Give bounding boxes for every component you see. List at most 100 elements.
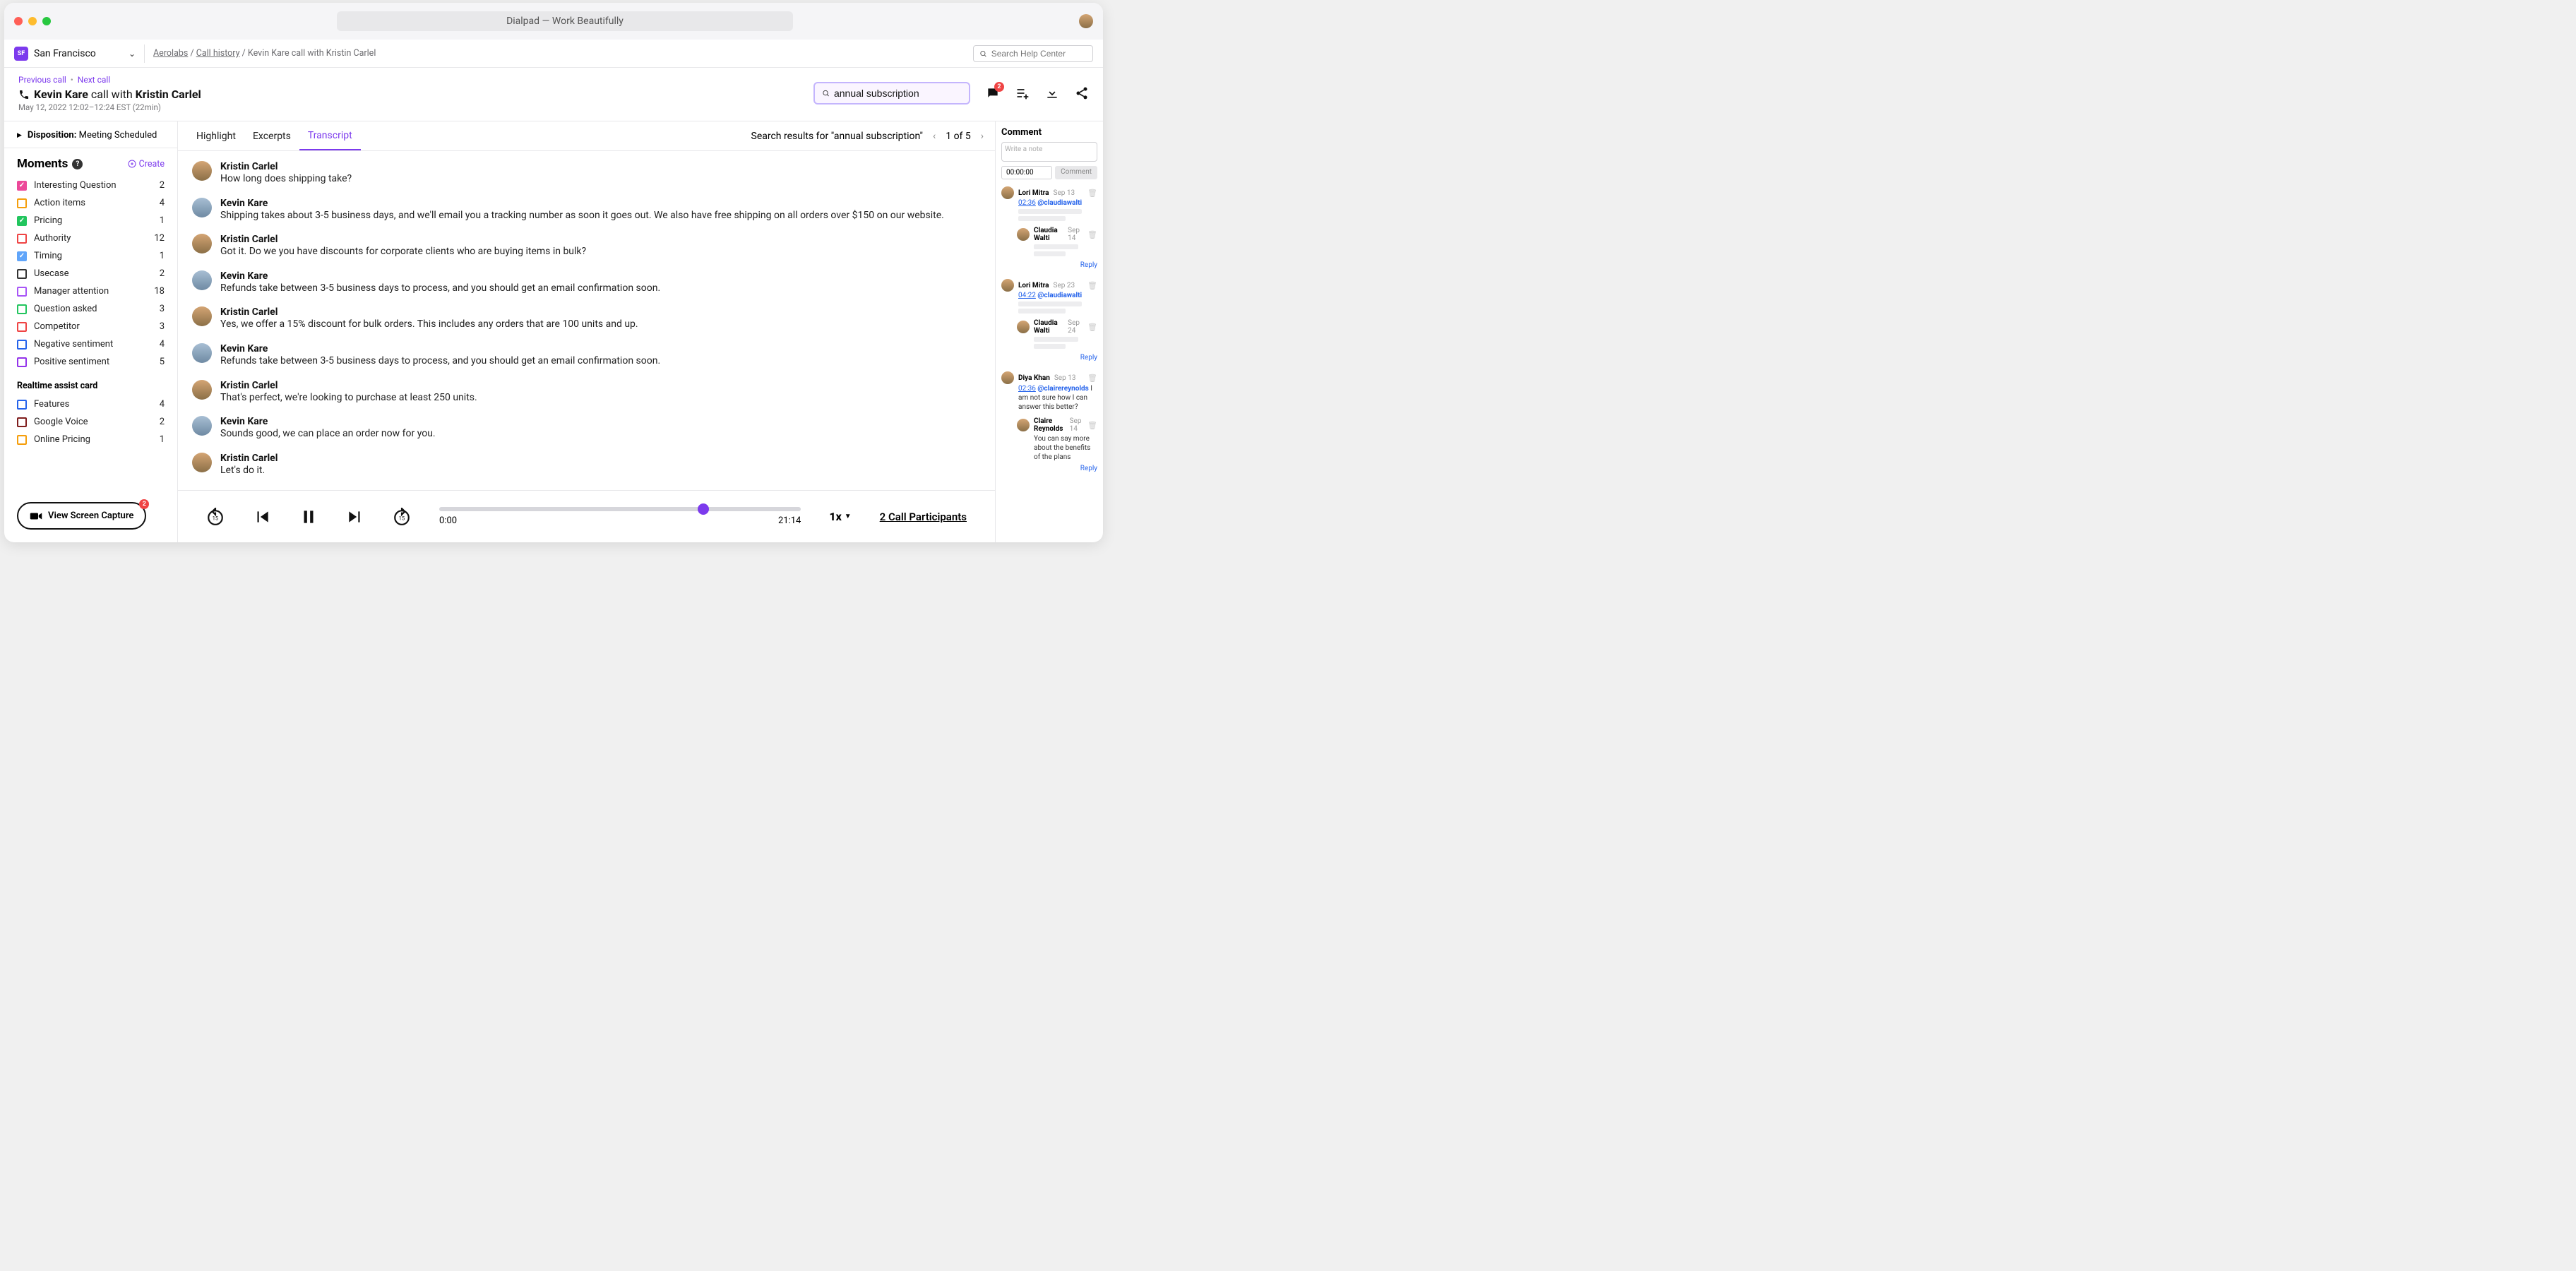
transcript-turn: Kevin KareRefunds take between 3-5 busin… [192, 343, 981, 369]
moment-item[interactable]: Interesting Question2 [17, 177, 165, 194]
help-search[interactable] [973, 45, 1093, 62]
checkbox-icon [17, 417, 27, 427]
rt-assist-item[interactable]: Google Voice2 [17, 413, 165, 431]
previous-call-link[interactable]: Previous call [18, 75, 66, 85]
prev-result-button[interactable]: ‹ [931, 131, 937, 142]
moment-item[interactable]: Question asked3 [17, 300, 165, 318]
avatar [1001, 279, 1014, 292]
transcript-search-input[interactable] [834, 88, 962, 99]
create-moment-button[interactable]: Create [128, 159, 165, 169]
comment-input[interactable]: Write a note [1001, 142, 1097, 162]
call-meta: May 12, 2022 12:02–12:24 EST (22min) [18, 102, 201, 112]
tab-excerpts[interactable]: Excerpts [244, 123, 299, 150]
comment-timestamp-link[interactable]: 02:36 [1018, 385, 1036, 393]
turn-text[interactable]: Got it. Do we you have discounts for cor… [220, 245, 586, 259]
comment-thread: Diya Khan Sep 13🗑02:36 @clairereynolds I… [1001, 371, 1097, 472]
speaker-avatar [192, 198, 212, 217]
rt-assist-item[interactable]: Online Pricing1 [17, 431, 165, 448]
moment-item[interactable]: Authority12 [17, 229, 165, 247]
moment-item[interactable]: Timing1 [17, 247, 165, 265]
speaker-avatar [192, 453, 212, 472]
next-call-link[interactable]: Next call [78, 75, 110, 85]
messages-button[interactable]: 2 [986, 86, 1000, 100]
checkbox-icon [17, 435, 27, 445]
crumb-section[interactable]: Call history [196, 48, 240, 59]
minimize-window[interactable] [28, 17, 37, 25]
seek-knob[interactable] [698, 503, 709, 515]
avatar [1017, 321, 1030, 333]
moment-item[interactable]: Pricing1 [17, 212, 165, 229]
moment-item[interactable]: Manager attention18 [17, 282, 165, 300]
speaker-name: Kristin Carlel [220, 380, 477, 391]
transcript-turn: Kristin CarlelThat's perfect, we're look… [192, 380, 981, 405]
reply-link[interactable]: Reply [1080, 465, 1097, 472]
download-button[interactable] [1045, 86, 1059, 100]
moment-item[interactable]: Action items4 [17, 194, 165, 212]
rt-assist-item[interactable]: Features4 [17, 395, 165, 413]
chevron-down-icon: ⌄ [129, 49, 136, 59]
add-to-playlist-button[interactable] [1015, 86, 1030, 100]
skip-back-button[interactable] [253, 508, 271, 526]
speaker-name: Kristin Carlel [220, 453, 278, 464]
turn-text[interactable]: Sounds good, we can place an order now f… [220, 427, 436, 441]
delete-icon[interactable]: 🗑 [1087, 421, 1097, 430]
turn-text[interactable]: How long does shipping take? [220, 172, 352, 186]
search-icon [979, 49, 987, 58]
delete-icon[interactable]: 🗑 [1087, 230, 1097, 239]
turn-text[interactable]: Yes, we offer a 15% discount for bulk or… [220, 318, 638, 332]
comment-timestamp-link[interactable]: 04:22 [1018, 292, 1036, 299]
tab-transcript[interactable]: Transcript [299, 122, 361, 150]
realtime-assist-heading: Realtime assist card [4, 371, 177, 395]
delete-icon[interactable]: 🗑 [1087, 189, 1097, 198]
tab-highlight[interactable]: Highlight [188, 123, 244, 150]
mention[interactable]: @claudiawalti [1037, 199, 1082, 207]
moment-item[interactable]: Competitor3 [17, 318, 165, 335]
next-result-button[interactable]: › [979, 131, 985, 142]
mention[interactable]: @clairereynolds [1037, 385, 1088, 393]
turn-text[interactable]: That's perfect, we're looking to purchas… [220, 391, 477, 405]
comment-thread: Lori Mitra Sep 23🗑04:22 @claudiawaltiCla… [1001, 279, 1097, 362]
maximize-window[interactable] [42, 17, 51, 25]
comment-timestamp[interactable]: 00:00:00 [1001, 166, 1052, 179]
rewind-15-button[interactable]: 15 [206, 508, 225, 526]
mention[interactable]: @claudiawalti [1037, 292, 1082, 299]
skip-forward-button[interactable] [346, 508, 364, 526]
share-button[interactable] [1075, 86, 1089, 100]
avatar [1017, 419, 1030, 431]
video-icon [30, 511, 42, 521]
avatar [1017, 228, 1030, 241]
turn-text[interactable]: Let's do it. [220, 464, 278, 478]
reply-link[interactable]: Reply [1080, 261, 1097, 269]
turn-text[interactable]: Refunds take between 3-5 business days t… [220, 282, 660, 296]
crumb-org[interactable]: Aerolabs [153, 48, 188, 59]
workspace-selector[interactable]: SF San Francisco ⌄ [14, 47, 136, 61]
speaker-avatar [192, 161, 212, 181]
close-window[interactable] [14, 17, 23, 25]
comment-timestamp-link[interactable]: 02:36 [1018, 199, 1036, 207]
moment-item[interactable]: Usecase2 [17, 265, 165, 282]
transcript-search[interactable] [813, 82, 970, 105]
reply-link[interactable]: Reply [1080, 354, 1097, 362]
moment-item[interactable]: Positive sentiment5 [17, 353, 165, 371]
seek-bar[interactable]: 0:0021:14 [439, 507, 801, 526]
help-search-input[interactable] [991, 49, 1087, 59]
playback-speed[interactable]: 1x ▼ [829, 510, 851, 523]
help-icon[interactable]: ? [72, 159, 83, 169]
forward-15-button[interactable]: 15 [393, 508, 411, 526]
speaker-name: Kevin Kare [220, 416, 436, 427]
turn-text[interactable]: Shipping takes about 3-5 business days, … [220, 209, 944, 223]
delete-icon[interactable]: 🗑 [1087, 374, 1097, 383]
post-comment-button[interactable]: Comment [1055, 166, 1097, 179]
view-screen-capture-button[interactable]: View Screen Capture 2 [17, 502, 146, 530]
disposition-row[interactable]: ▶ Disposition: Meeting Scheduled [4, 127, 177, 148]
delete-icon[interactable]: 🗑 [1087, 323, 1097, 332]
search-results-info: Search results for "annual subscription"… [751, 131, 985, 142]
checkbox-icon [17, 216, 27, 226]
delete-icon[interactable]: 🗑 [1087, 281, 1097, 290]
call-participants-link[interactable]: 2 Call Participants [880, 511, 967, 523]
turn-text[interactable]: Refunds take between 3-5 business days t… [220, 354, 660, 369]
user-avatar[interactable] [1079, 14, 1093, 28]
moment-item[interactable]: Negative sentiment4 [17, 335, 165, 353]
svg-text:15: 15 [399, 515, 405, 521]
pause-button[interactable] [299, 508, 318, 526]
